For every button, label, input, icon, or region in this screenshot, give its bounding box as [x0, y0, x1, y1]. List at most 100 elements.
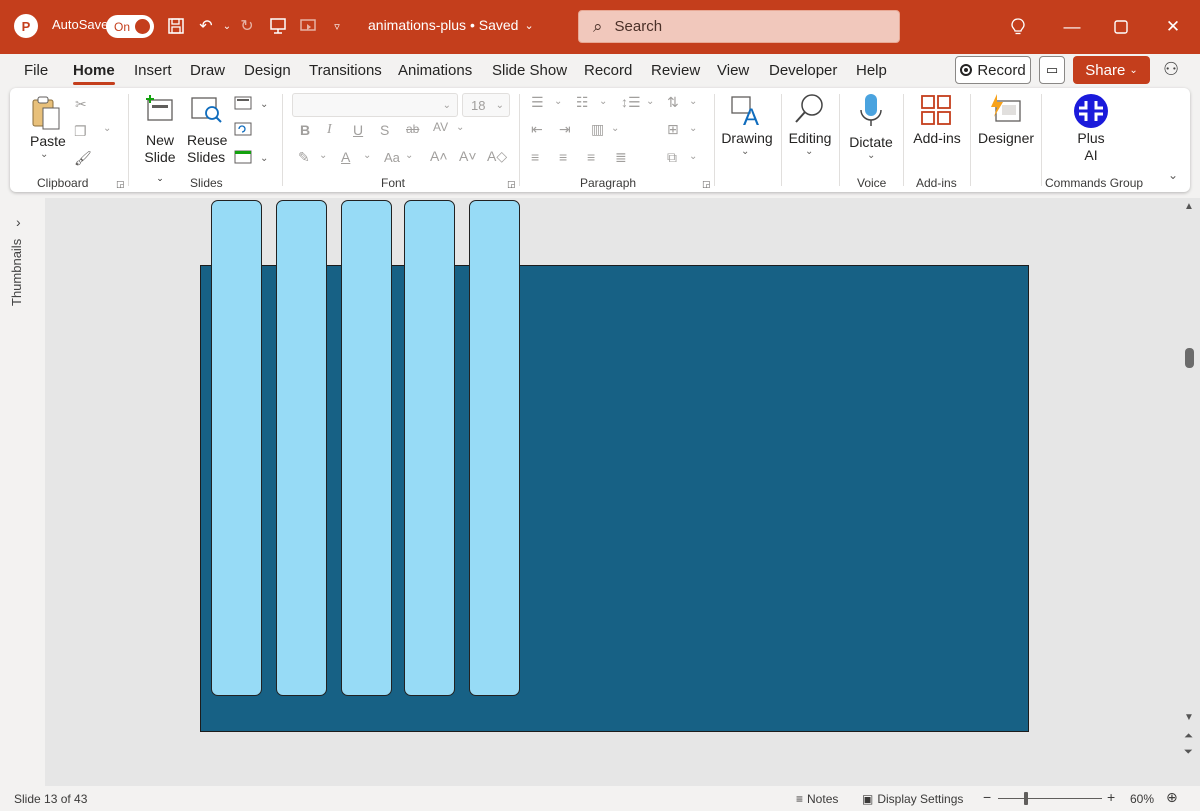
paste-dropdown-icon[interactable]: ⌄	[40, 149, 48, 160]
align-text-icon[interactable]: ⊞	[667, 121, 679, 138]
share-button[interactable]: Share ⌄	[1073, 56, 1150, 84]
paste-button[interactable]	[30, 94, 62, 135]
save-icon[interactable]	[165, 15, 187, 37]
chevron-down-icon[interactable]: ⌄	[363, 150, 371, 161]
collapse-ribbon-icon[interactable]: ⌄	[1168, 168, 1178, 182]
document-title[interactable]: animations-plus • Saved ⌄	[368, 17, 534, 33]
font-name-dropdown[interactable]: ⌄	[292, 93, 458, 117]
zoom-slider[interactable]	[998, 798, 1102, 799]
section-button[interactable]: ⌄	[234, 150, 268, 167]
tab-view[interactable]: View	[717, 62, 749, 79]
zoom-level[interactable]: 60%	[1130, 792, 1154, 806]
numbering-icon[interactable]: ☷	[576, 94, 589, 111]
notes-button[interactable]: ≡ Notes	[796, 792, 838, 806]
paragraph-launcher-icon[interactable]: ◲	[702, 179, 711, 190]
chevron-down-icon[interactable]: ⌄	[689, 96, 697, 107]
chevron-down-icon[interactable]: ⌄	[405, 150, 413, 161]
layout-button[interactable]: ⌄	[234, 96, 268, 113]
justify-icon[interactable]: ≣	[615, 149, 627, 166]
autosave-toggle[interactable]: On	[106, 15, 154, 38]
addins-button[interactable]	[920, 94, 952, 129]
chevron-down-icon[interactable]: ⌄	[554, 96, 562, 107]
cut-icon[interactable]: ✂	[75, 96, 87, 113]
slide-shape-bar[interactable]	[404, 200, 455, 696]
chevron-down-icon[interactable]: ⌄	[689, 151, 697, 162]
minimize-icon[interactable]: —	[1057, 12, 1087, 42]
reuse-slides-button[interactable]	[190, 96, 224, 127]
clear-formatting-icon[interactable]: A◇	[487, 148, 507, 165]
vertical-scrollbar-thumb[interactable]	[1185, 348, 1194, 368]
character-spacing-icon[interactable]: AV	[433, 120, 448, 134]
highlight-icon[interactable]: ✎	[298, 149, 310, 166]
fit-to-window-icon[interactable]: ⊕	[1166, 789, 1178, 806]
bold-icon[interactable]: B	[300, 122, 310, 138]
font-launcher-icon[interactable]: ◲	[507, 179, 516, 190]
redo-icon[interactable]: ↻	[236, 15, 258, 37]
scroll-up-icon[interactable]: ▲	[1184, 201, 1194, 212]
chevron-down-icon[interactable]: ⌄	[456, 122, 464, 133]
customize-qat-icon[interactable]: ▿	[326, 15, 348, 37]
underline-icon[interactable]: U	[353, 122, 363, 138]
format-painter-icon[interactable]: 🖌	[74, 150, 92, 167]
smartart-icon[interactable]: ⧉	[667, 149, 677, 166]
increase-indent-icon[interactable]: ⇥	[559, 121, 571, 138]
present-from-current-icon[interactable]	[297, 15, 319, 37]
editing-button[interactable]	[793, 92, 827, 131]
slide-counter[interactable]: Slide 13 of 43	[14, 792, 87, 806]
chevron-down-icon[interactable]: ⌄	[319, 150, 327, 161]
increase-font-size-icon[interactable]: A˄	[430, 148, 448, 164]
tab-home[interactable]: Home	[73, 62, 115, 85]
tab-record[interactable]: Record	[584, 62, 632, 79]
slide-shape-bar[interactable]	[211, 200, 262, 696]
tab-insert[interactable]: Insert	[134, 62, 172, 79]
maximize-icon[interactable]	[1106, 12, 1136, 42]
expand-thumbnails-icon[interactable]: ›	[16, 214, 21, 230]
dictate-button[interactable]	[859, 92, 883, 133]
line-spacing-icon[interactable]: ↕☰	[621, 94, 641, 111]
chevron-down-icon[interactable]: ⌄	[599, 96, 607, 107]
display-settings-button[interactable]: ▣ Display Settings	[862, 792, 963, 806]
undo-dropdown-icon[interactable]: ⌄	[216, 15, 238, 37]
chevron-down-icon[interactable]: ⌄	[611, 123, 619, 134]
copy-icon[interactable]: ❐	[74, 123, 87, 140]
zoom-slider-thumb[interactable]	[1024, 792, 1028, 805]
bullets-icon[interactable]: ☰	[531, 94, 544, 111]
align-center-icon[interactable]: ≡	[559, 149, 567, 165]
drawing-button[interactable]: A	[729, 94, 763, 131]
previous-slide-icon[interactable]: ⏶	[1184, 730, 1193, 743]
designer-button[interactable]	[988, 93, 1022, 128]
columns-icon[interactable]: ▥	[591, 121, 604, 138]
search-input[interactable]: ⌕ Search	[578, 10, 900, 43]
close-icon[interactable]: ✕	[1158, 12, 1188, 42]
tab-help[interactable]: Help	[856, 62, 887, 79]
record-button[interactable]: Record	[955, 56, 1031, 84]
tab-file[interactable]: File	[24, 62, 48, 79]
tab-transitions[interactable]: Transitions	[309, 62, 382, 79]
clipboard-launcher-icon[interactable]: ◲	[116, 179, 125, 190]
reset-slide-icon[interactable]	[234, 122, 252, 139]
tab-developer[interactable]: Developer	[769, 62, 837, 79]
tab-slide-show[interactable]: Slide Show	[492, 62, 567, 79]
italic-icon[interactable]: I	[327, 122, 332, 138]
font-color-icon[interactable]: A	[341, 149, 350, 165]
new-slide-button[interactable]	[144, 94, 176, 127]
slide-shape-bar[interactable]	[276, 200, 327, 696]
decrease-font-size-icon[interactable]: A˅	[459, 148, 477, 164]
text-direction-icon[interactable]: ⇅	[667, 94, 679, 111]
tab-draw[interactable]: Draw	[190, 62, 225, 79]
coauthor-icon[interactable]: ⚇	[1163, 59, 1179, 80]
change-case-icon[interactable]: Aa	[384, 150, 400, 165]
font-size-dropdown[interactable]: 18 ⌄	[462, 93, 510, 117]
lightbulb-icon[interactable]	[1003, 12, 1033, 42]
chevron-down-icon[interactable]: ⌄	[689, 123, 697, 134]
tab-design[interactable]: Design	[244, 62, 291, 79]
undo-icon[interactable]: ↶	[195, 15, 217, 37]
zoom-in-icon[interactable]: +	[1107, 789, 1115, 805]
next-slide-icon[interactable]: ⏷	[1184, 746, 1193, 759]
chevron-down-icon[interactable]: ⌄	[646, 96, 654, 107]
present-from-beginning-icon[interactable]	[267, 15, 289, 37]
zoom-out-icon[interactable]: −	[983, 789, 991, 805]
text-shadow-icon[interactable]: S	[380, 122, 389, 138]
slide-shape-bar[interactable]	[341, 200, 392, 696]
align-left-icon[interactable]: ≡	[531, 149, 539, 165]
